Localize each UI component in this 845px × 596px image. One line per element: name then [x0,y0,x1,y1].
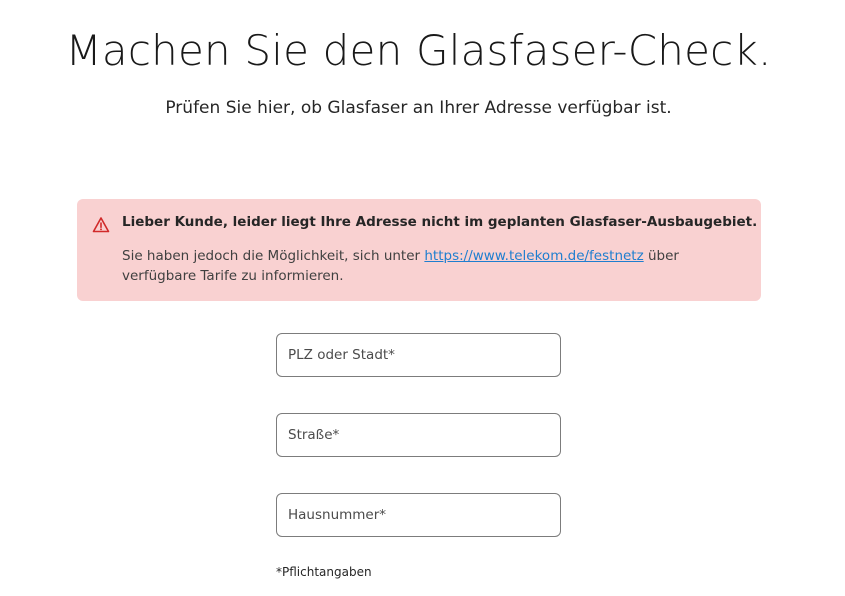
required-fields-note: *Pflichtangaben [276,565,372,579]
house-number-input[interactable] [277,494,560,536]
plz-city-input[interactable] [277,334,560,376]
page-title: Machen Sie den Glasfaser-Check. [65,26,772,75]
house-number-field-wrapper [276,493,561,537]
alert-body: Sie haben jedoch die Möglichkeit, sich u… [122,246,732,286]
availability-alert: Lieber Kunde, leider liegt Ihre Adresse … [77,199,761,301]
street-field-wrapper [276,413,561,457]
warning-triangle-icon [92,216,110,234]
alert-heading: Lieber Kunde, leider liegt Ihre Adresse … [122,214,758,230]
page-subtitle: Prüfen Sie hier, ob Glasfaser an Ihrer A… [165,98,672,118]
street-input[interactable] [277,414,560,456]
telekom-festnetz-link[interactable]: https://www.telekom.de/festnetz [424,248,643,264]
alert-body-text: Sie haben jedoch die Möglichkeit, sich u… [122,248,425,264]
glasfaser-check-page: Machen Sie den Glasfaser-Check. Prüfen S… [0,0,845,596]
plz-field-wrapper [276,333,561,377]
